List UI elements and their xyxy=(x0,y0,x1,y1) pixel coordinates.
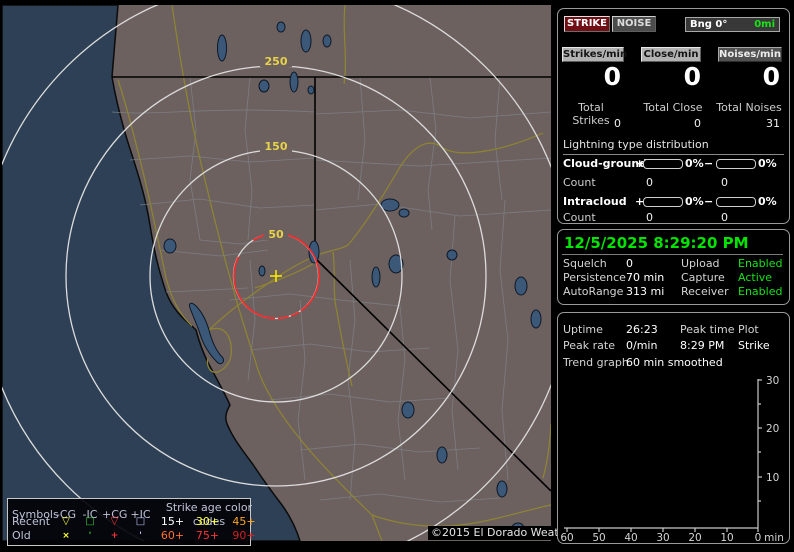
peak-rate-label: Peak rate xyxy=(563,339,615,352)
x-tick-10: 10 xyxy=(720,532,733,543)
x-tick-30: 30 xyxy=(656,532,669,543)
squelch-label: Squelch xyxy=(563,257,607,270)
autorange-label: AutoRange xyxy=(563,285,623,298)
strike-legend: Symbols -CG -IC +CG +IC Strike age color… xyxy=(7,498,251,546)
cg-count-label: Count xyxy=(563,176,596,189)
recent-neg-ic-icon: □ xyxy=(78,515,102,529)
x-axis-unit: min xyxy=(764,532,784,543)
y-tick-30: 30 xyxy=(766,375,779,387)
noises-per-min-value: 0 xyxy=(720,64,780,90)
panel2-separator xyxy=(562,254,783,255)
autorange-value: 313 mi xyxy=(626,285,664,298)
strike-counters-panel: STRIKE NOISE Bng 0° 0mi Strikes/min Clos… xyxy=(557,8,790,224)
cg-plus-pct: 0% xyxy=(685,157,704,170)
cg-plus-count: 0 xyxy=(646,176,653,189)
y-tick-10: 10 xyxy=(766,472,779,484)
x-tick-20: 20 xyxy=(688,532,701,543)
trend-graph-mode: 60 min smoothed xyxy=(626,356,723,369)
legend-header-row: Symbols -CG -IC +CG +IC Strike age color… xyxy=(8,501,250,515)
ic-minus-pct: 0% xyxy=(758,195,777,208)
ring-label-250: 250 xyxy=(265,55,288,68)
legend-recent-label: Recent xyxy=(8,515,54,529)
bearing-bar[interactable]: Bng 0° 0mi xyxy=(685,17,780,32)
trend-panel: Uptime 26:23 Peak time Plot Peak rate 0/… xyxy=(557,312,790,544)
noises-per-min-button[interactable]: Noises/min xyxy=(718,47,782,62)
bearing-distance: 0mi xyxy=(754,19,775,30)
ic-count-label: Count xyxy=(563,211,596,224)
cg-minus-pct: 0% xyxy=(758,157,777,170)
persistence-label: Persistence xyxy=(563,271,626,284)
lightning-detector-window: 50 150 250 Symbols -CG -IC +CG +IC Strik… xyxy=(0,0,794,552)
strikes-per-min-button[interactable]: Strikes/min xyxy=(562,47,624,62)
ring-label-50: 50 xyxy=(268,228,284,241)
total-noises-label: Total Noises xyxy=(716,101,782,114)
squelch-value: 0 xyxy=(626,257,633,270)
intracloud-label: Intracloud xyxy=(563,195,627,208)
receiver-label: Receiver xyxy=(681,285,729,298)
total-close-label: Total Close xyxy=(642,101,704,114)
noise-toggle-button[interactable]: NOISE xyxy=(612,16,656,32)
uptime-label: Uptime xyxy=(563,323,603,336)
old-pos-cg-icon: + xyxy=(102,529,127,543)
close-per-min-value: 0 xyxy=(641,64,701,90)
x-tick-40: 40 xyxy=(624,532,637,543)
cg-minus-sign: − xyxy=(704,157,713,170)
ic-plus-pct: 0% xyxy=(685,195,704,208)
upload-label: Upload xyxy=(681,257,720,270)
age-15: 15+ xyxy=(154,515,191,529)
radar-map[interactable]: 50 150 250 xyxy=(2,5,551,541)
close-per-min-button[interactable]: Close/min xyxy=(641,47,701,62)
trend-graph: 60 50 40 30 20 10 0 min 30 20 10 xyxy=(558,371,789,543)
plot-value: Strike xyxy=(738,339,770,352)
trend-graph-label: Trend graph xyxy=(563,356,629,369)
age-60: 60+ xyxy=(154,529,191,543)
old-neg-cg-icon: × xyxy=(54,529,78,543)
age-30: 30+ xyxy=(191,515,224,529)
ring-label-150: 150 xyxy=(265,140,288,153)
plot-label: Plot xyxy=(738,323,759,336)
old-pos-ic-icon: ' xyxy=(127,529,154,543)
age-45: 45+ xyxy=(224,515,264,529)
cg-plus-bar xyxy=(643,159,683,169)
peak-time-value: 8:29 PM xyxy=(680,339,724,352)
peak-time-label: Peak time xyxy=(680,323,734,336)
x-tick-50: 50 xyxy=(592,532,605,543)
capture-label: Capture xyxy=(681,271,725,284)
status-panel: 12/5/2025 8:29:20 PM Squelch 0 Upload En… xyxy=(557,229,790,305)
sidebar: STRIKE NOISE Bng 0° 0mi Strikes/min Clos… xyxy=(556,6,792,546)
total-strikes-value: 0 xyxy=(561,117,621,130)
ic-plus-count: 0 xyxy=(646,211,653,224)
recent-pos-ic-icon: □ xyxy=(127,515,154,529)
cg-minus-bar xyxy=(716,159,756,169)
ic-minus-sign: − xyxy=(704,195,713,208)
total-noises-value: 31 xyxy=(720,117,780,130)
persistence-value: 70 min xyxy=(626,271,664,284)
cg-minus-count: 0 xyxy=(721,176,728,189)
datetime-display: 12/5/2025 8:29:20 PM xyxy=(564,234,749,252)
age-90: 90+ xyxy=(224,529,264,543)
old-neg-ic-icon: ' xyxy=(78,529,102,543)
legend-old-label: Old xyxy=(8,529,54,543)
capture-status: Active xyxy=(738,271,772,284)
x-tick-0: 0 xyxy=(755,532,762,543)
ic-minus-bar xyxy=(716,197,756,207)
strikes-per-min-value: 0 xyxy=(561,64,621,90)
ic-minus-count: 0 xyxy=(721,211,728,224)
legend-recent-row: Recent ▽ □ ▽ □ 15+ 30+ 45+ xyxy=(8,515,250,529)
upload-status: Enabled xyxy=(738,257,782,270)
age-75: 75+ xyxy=(191,529,224,543)
strike-toggle-button[interactable]: STRIKE xyxy=(564,16,610,32)
x-tick-60: 60 xyxy=(560,532,573,543)
y-tick-20: 20 xyxy=(766,423,779,435)
total-close-value: 0 xyxy=(641,117,701,130)
bearing-label: Bng 0° xyxy=(690,19,727,30)
recent-pos-cg-icon: ▽ xyxy=(102,515,127,529)
legend-old-row: Old × ' + ' 60+ 75+ 90+ xyxy=(8,529,250,543)
distribution-title: Lightning type distribution xyxy=(563,138,784,155)
peak-rate-value: 0/min xyxy=(626,339,657,352)
receiver-status: Enabled xyxy=(738,285,782,298)
recent-neg-cg-icon: ▽ xyxy=(54,515,78,529)
uptime-value: 26:23 xyxy=(626,323,658,336)
ic-plus-bar xyxy=(643,197,683,207)
